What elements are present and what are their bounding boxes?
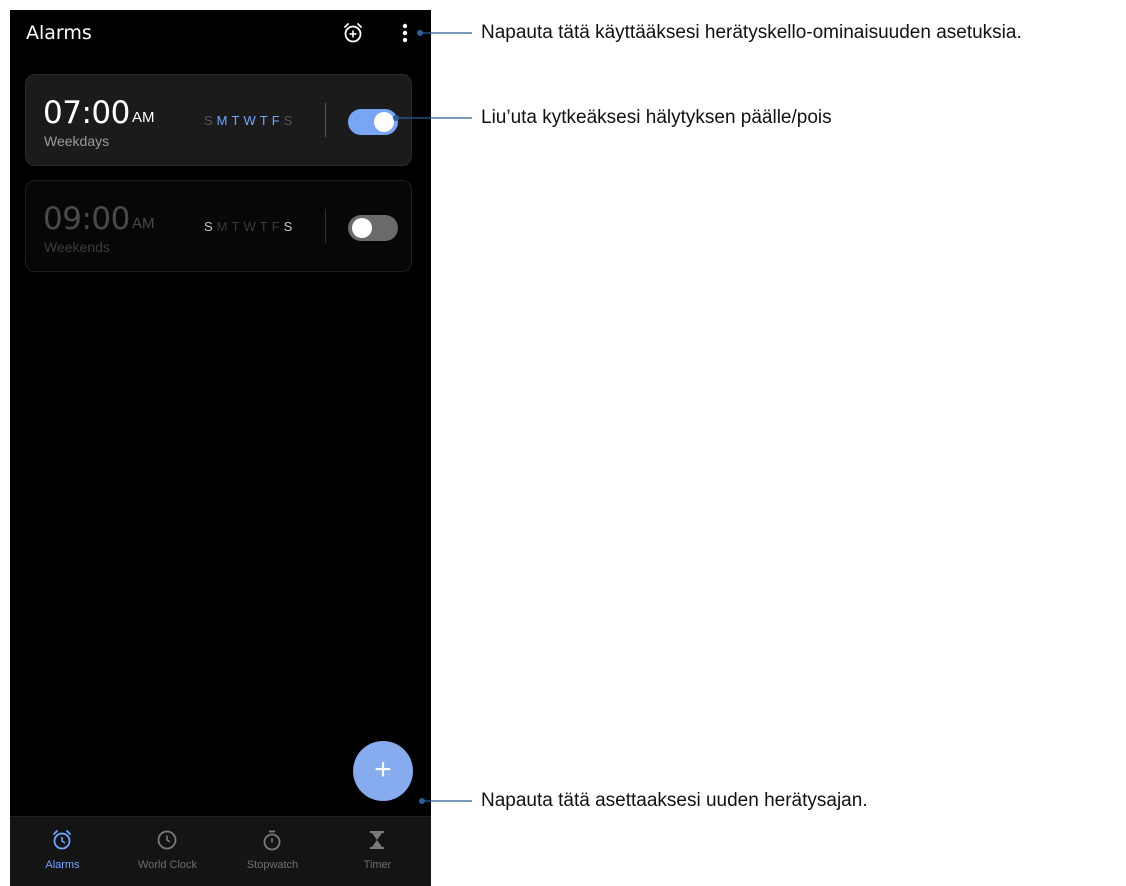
callout-settings: Napauta tätä käyttääksesi herätyskello-o… — [481, 22, 1022, 43]
callout-add-alarm: Napauta tätä asettaaksesi uuden herätysa… — [481, 790, 868, 811]
callout-toggle: Liu’uta kytkeäksesi hälytyksen päälle/po… — [481, 107, 832, 128]
callout-lines — [393, 30, 472, 804]
